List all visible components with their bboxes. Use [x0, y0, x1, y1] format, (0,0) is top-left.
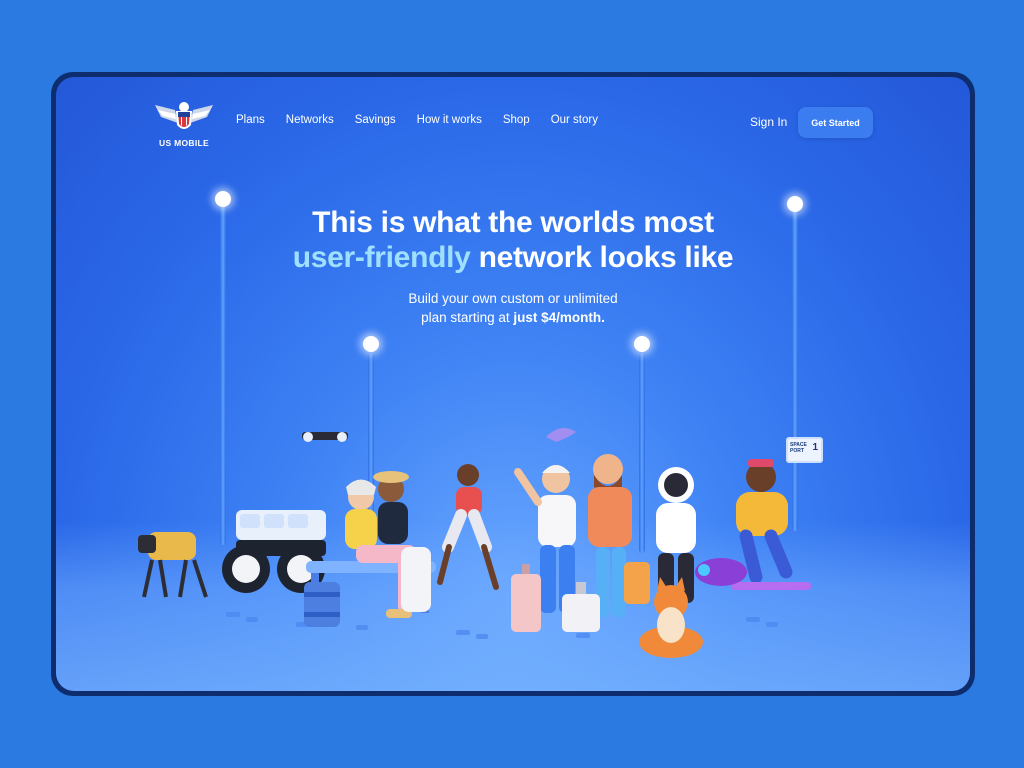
sign-text: SPACE PORT — [790, 442, 807, 454]
space-port-sign: SPACE PORT 1 — [786, 437, 823, 463]
screen: US MOBILE Plans Networks Savings How it … — [56, 77, 970, 691]
delivery-cart — [222, 510, 326, 593]
robot-dog — [138, 532, 208, 598]
flying-bird — [546, 428, 576, 442]
character-man-hat — [373, 471, 431, 612]
hover-bike — [695, 558, 747, 586]
barrel — [304, 582, 340, 627]
drone — [302, 432, 348, 442]
sign-number: 1 — [812, 442, 818, 453]
character-running-woman — [437, 464, 499, 590]
suitcases — [511, 562, 650, 632]
hero-illustration — [138, 428, 811, 658]
